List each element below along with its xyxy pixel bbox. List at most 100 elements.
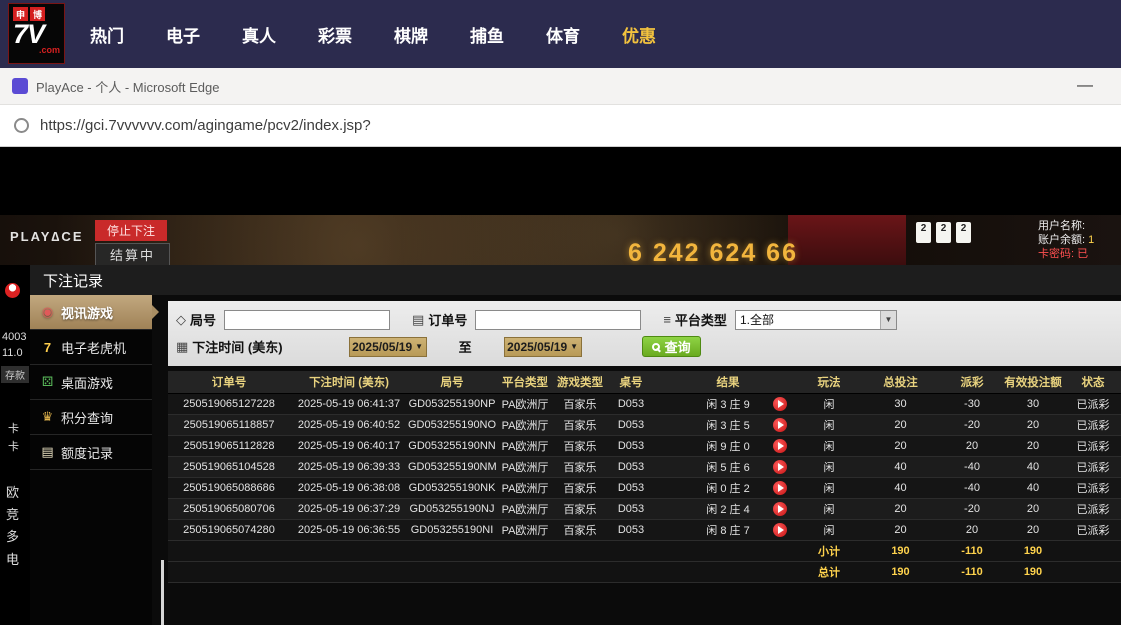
total-cell xyxy=(290,561,408,582)
table-cell: 闲 xyxy=(800,414,858,435)
table-cell: 20 xyxy=(1001,414,1065,435)
total-cell xyxy=(656,540,800,561)
order-input[interactable] xyxy=(475,310,641,330)
page-fragment: 竞 xyxy=(6,504,19,523)
table-cell: GD053255190NJ xyxy=(408,498,496,519)
table-cell: 已派彩 xyxy=(1065,393,1121,414)
date-from-picker[interactable]: 2025/05/19▼ xyxy=(349,337,427,357)
minimize-button[interactable]: — xyxy=(1061,77,1109,95)
table-cell: -20 xyxy=(943,414,1001,435)
sidebar-item[interactable]: 7电子老虎机 xyxy=(30,330,152,365)
sidebar-item[interactable]: ▤额度记录 xyxy=(30,435,152,470)
total-cell: 总计 xyxy=(800,561,858,582)
total-cell: 190 xyxy=(858,561,943,582)
column-header: 玩法 xyxy=(800,371,858,393)
page-fragment: 卡 xyxy=(8,420,19,436)
table-cell: 20 xyxy=(1001,435,1065,456)
subtotal-row: 小计190-110190 xyxy=(168,540,1121,561)
table-cell: 百家乐 xyxy=(554,456,606,477)
table-cell: 40 xyxy=(858,456,943,477)
nav-item[interactable]: 棋牌 xyxy=(394,22,428,47)
table-cell: 30 xyxy=(858,393,943,414)
table-cell: 40 xyxy=(858,477,943,498)
table-cell: GD053255190NO xyxy=(408,414,496,435)
table-cell: GD053255190NK xyxy=(408,477,496,498)
avatar-icon xyxy=(5,283,20,298)
sidebar-item-label: 积分查询 xyxy=(61,408,113,427)
total-cell xyxy=(1065,540,1121,561)
table-cell: 已派彩 xyxy=(1065,477,1121,498)
table-cell: 已派彩 xyxy=(1065,519,1121,540)
to-label: 至 xyxy=(459,337,472,356)
table-cell: 20 xyxy=(943,435,1001,456)
table-cell: D053 xyxy=(606,393,656,414)
sidebar-item[interactable]: ⚄桌面游戏 xyxy=(30,365,152,400)
round-input[interactable] xyxy=(224,310,390,330)
bet-time-label: 下注时间 (美东) xyxy=(192,337,282,356)
nav-item[interactable]: 体育 xyxy=(546,22,580,47)
replay-icon[interactable] xyxy=(773,418,787,432)
playing-card: 2 xyxy=(956,222,971,243)
nav-item[interactable]: 捕鱼 xyxy=(470,22,504,47)
replay-icon[interactable] xyxy=(773,481,787,495)
table-cell: 20 xyxy=(1001,519,1065,540)
replay-icon[interactable] xyxy=(773,523,787,537)
column-header: 结果 xyxy=(656,371,800,393)
total-cell xyxy=(168,561,290,582)
table-cell: 250519065127228 xyxy=(168,393,290,414)
sidebar-item-label: 桌面游戏 xyxy=(61,373,113,392)
table-cell: 20 xyxy=(858,519,943,540)
site-logo[interactable]: 申 博 7V .com xyxy=(8,3,65,64)
table-cell: 已派彩 xyxy=(1065,414,1121,435)
search-button[interactable]: 查询 xyxy=(642,336,701,357)
date-from-value: 2025/05/19 xyxy=(352,340,412,354)
total-cell: 190 xyxy=(1001,540,1065,561)
table-cell: 闲 xyxy=(800,435,858,456)
total-cell xyxy=(1065,561,1121,582)
total-cell xyxy=(606,540,656,561)
table-cell: 250519065118857 xyxy=(168,414,290,435)
page-fragment: 欧 xyxy=(6,482,19,501)
table-cell: 已派彩 xyxy=(1065,435,1121,456)
table-cell: 40 xyxy=(1001,456,1065,477)
sidebar-item[interactable]: ♛积分查询 xyxy=(30,400,152,435)
table-cell: 百家乐 xyxy=(554,498,606,519)
user-label: 用户名称: xyxy=(1038,220,1085,232)
table-cell: 闲 xyxy=(800,498,858,519)
edge-titlebar: PlayAce - 个人 - Microsoft Edge — xyxy=(0,68,1121,105)
table-cell: D053 xyxy=(606,456,656,477)
result-cell: 闲 2 庄 4 xyxy=(656,498,800,519)
replay-icon[interactable] xyxy=(773,460,787,474)
table-cell: 闲 xyxy=(800,393,858,414)
nav-item[interactable]: 彩票 xyxy=(318,22,352,47)
round-number-icon: ◇ xyxy=(176,312,186,328)
filter-bar: ◇ 局号 ▤ 订单号 ≡ 平台类型 1.全部 ▼ ▦ xyxy=(168,301,1121,366)
replay-icon[interactable] xyxy=(773,439,787,453)
scrollbar-fragment[interactable] xyxy=(161,560,164,625)
platform-select[interactable]: 1.全部 ▼ xyxy=(735,310,897,330)
nav-item[interactable]: 电子 xyxy=(166,22,200,47)
total-cell: 190 xyxy=(858,540,943,561)
balance-value: 1 xyxy=(1088,234,1094,246)
table-cell: 40 xyxy=(1001,477,1065,498)
nav-item[interactable]: 热门 xyxy=(90,22,124,47)
url-text[interactable]: https://gci.7vvvvvv.com/agingame/pcv2/in… xyxy=(40,117,371,134)
sidebar-item[interactable]: ◉视讯游戏 xyxy=(30,295,152,330)
panel-body: ◉视讯游戏7电子老虎机⚄桌面游戏♛积分查询▤额度记录 ◇ 局号 ▤ 订单号 ≡ … xyxy=(30,295,1121,625)
nav-item[interactable]: 优惠 xyxy=(622,22,656,47)
column-header: 游戏类型 xyxy=(554,371,606,393)
replay-icon[interactable] xyxy=(773,502,787,516)
cards: 222 xyxy=(916,222,971,243)
stop-betting-button[interactable]: 停止下注 xyxy=(95,220,167,241)
table-body: 2505190651272282025-05-19 06:41:37GD0532… xyxy=(168,393,1121,582)
total-row: 总计190-110190 xyxy=(168,561,1121,582)
replay-icon[interactable] xyxy=(773,397,787,411)
sidebar-item-label: 电子老虎机 xyxy=(61,338,126,357)
page-fragment: 存款 xyxy=(1,366,29,383)
date-to-picker[interactable]: 2025/05/19▼ xyxy=(504,337,582,357)
nav-item[interactable]: 真人 xyxy=(242,22,276,47)
total-cell: -110 xyxy=(943,540,1001,561)
column-header: 状态 xyxy=(1065,371,1121,393)
table-row: 2505190651128282025-05-19 06:40:17GD0532… xyxy=(168,435,1121,456)
table-cell: 20 xyxy=(943,519,1001,540)
